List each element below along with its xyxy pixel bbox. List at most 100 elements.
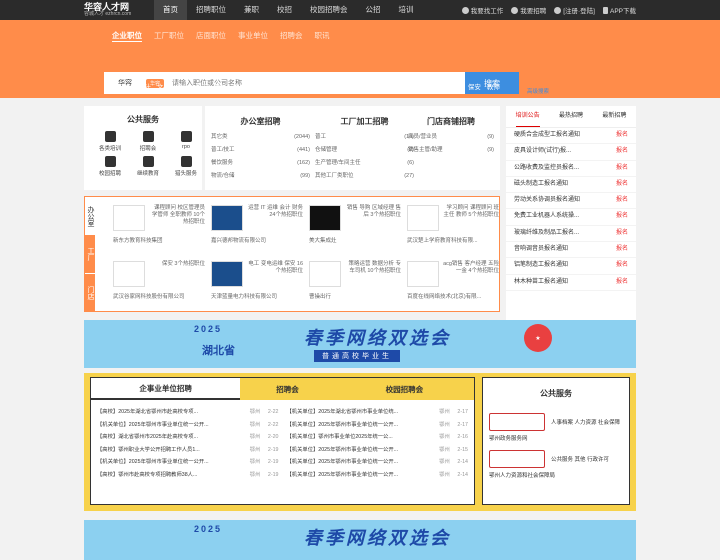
app-download-link[interactable]: APP下载: [602, 5, 636, 15]
side-tab-store[interactable]: 门店: [85, 273, 95, 311]
company-card[interactable]: 保安 3个热招职位 武汉谷家网科技股份有限公司: [113, 259, 209, 303]
hot-job-link[interactable]: 暑假工: [271, 81, 291, 91]
hot-job-link[interactable]: 文员: [157, 81, 170, 91]
nav-public[interactable]: 公招: [357, 0, 390, 20]
hot-job-link[interactable]: 教师: [487, 81, 500, 91]
service-training[interactable]: 各类培训: [92, 131, 128, 152]
nav-jobs[interactable]: 招聘职位: [187, 0, 235, 20]
list-item[interactable]: 餐饮服务 (162): [211, 157, 310, 170]
company-card[interactable]: 销售 导购 区域经理 售后 3个热招职位 美大集成灶: [309, 203, 405, 247]
list-item[interactable]: 【高校】鄂州市赴高校专项招聘教师38人... 鄂州 2-19: [97, 469, 279, 482]
list-item[interactable]: 玻璃纤维及制品工报名... 报名: [506, 226, 636, 243]
recruit-link[interactable]: 我要招聘: [511, 5, 546, 15]
hot-job-link[interactable]: 收银员: [296, 81, 316, 91]
list-item[interactable]: 林木种苗工报名通知 报名: [506, 275, 636, 291]
hot-job-link[interactable]: 设计: [176, 81, 189, 91]
list-item[interactable]: 其他工厂类职位 (27): [315, 170, 414, 183]
tab-training-notice[interactable]: 培训公告: [515, 106, 540, 127]
list-item[interactable]: 磁头制造工报名通知 报名: [506, 177, 636, 194]
list-item[interactable]: 【机关单位】2025年鄂州市事业单位统一公开... 鄂州 2-15: [287, 444, 469, 457]
nav-parttime[interactable]: 兼职: [235, 0, 268, 20]
signup-link[interactable]: 报名: [616, 161, 628, 176]
service-link-1[interactable]: 人事档案 人力资源 社会保障: [489, 413, 623, 431]
service-fair[interactable]: 招聘会: [130, 131, 166, 152]
login-link[interactable]: [注册·登陆]: [554, 5, 595, 15]
tab-job-fair[interactable]: 招聘会: [280, 30, 303, 42]
list-item[interactable]: 【高校】湖北省鄂州市2025年赴高校专项... 鄂州 2-20: [97, 431, 279, 444]
list-item[interactable]: 【机关单位】2025年鄂州市事业单位统一公开... 鄂州 2-17: [287, 419, 469, 432]
tab-factory-jobs[interactable]: 工厂职位: [154, 30, 184, 42]
list-item[interactable]: 物流/仓储 (99): [211, 170, 310, 183]
hot-job-link[interactable]: 保安: [468, 81, 481, 91]
banner-spring-fair-2[interactable]: 2025 春季网络双选会: [84, 520, 636, 560]
tab-news[interactable]: 职讯: [315, 30, 330, 42]
service-site-1[interactable]: 鄂州政务服务网: [489, 434, 623, 442]
hot-job-link[interactable]: 纺织: [341, 81, 354, 91]
list-item[interactable]: 生产管理/车间主任 (6): [315, 157, 414, 170]
hot-job-link[interactable]: 求职: [449, 81, 462, 91]
service-site-2[interactable]: 鄂州人力资源和社会保障局: [489, 471, 623, 479]
tab-store-jobs[interactable]: 店面职位: [196, 30, 226, 42]
company-card[interactable]: 课程顾问 校区管理员 学管师 全职教师 10个热招职位 新东方教育科技集团: [113, 203, 209, 247]
service-rpo[interactable]: rpo: [168, 131, 204, 152]
signup-link[interactable]: 报名: [616, 209, 628, 224]
side-tab-factory[interactable]: 工厂: [85, 235, 95, 273]
hot-job-link[interactable]: 司机: [411, 81, 424, 91]
list-item[interactable]: 【机关单位】2025年鄂州市事业单位统一公开... 鄂州 2-14: [287, 469, 469, 482]
tab-new-jobs[interactable]: 最新招聘: [602, 106, 626, 127]
find-job-link[interactable]: 我要找工作: [461, 5, 503, 15]
list-item[interactable]: 硬质合金成型工报名通知 报名: [506, 128, 636, 145]
hot-job-link[interactable]: 物业: [233, 81, 246, 91]
list-item[interactable]: 【高校】鄂州职业大学公开招聘工作人员1... 鄂州 2-19: [97, 444, 279, 457]
company-card[interactable]: 学习顾问 课程顾问 班主任 教师 5个热招职位 武汉楚上学府教育科技有限...: [407, 203, 503, 247]
service-campus[interactable]: 校园招聘: [92, 156, 128, 177]
tab-job-fair2[interactable]: 招聘会: [240, 378, 335, 400]
tab-institution[interactable]: 事业单位: [238, 30, 268, 42]
hot-job-link[interactable]: 阿里巴巴: [360, 81, 386, 91]
logo[interactable]: 华容人才网 容城人才 ezhrcn.com: [84, 3, 146, 17]
tab-institution-jobs[interactable]: 企事业单位招聘: [91, 378, 241, 400]
nav-home[interactable]: 首页: [154, 0, 187, 20]
tab-hot-jobs[interactable]: 最热招聘: [559, 106, 583, 127]
signup-link[interactable]: 报名: [616, 144, 628, 159]
banner-spring-fair[interactable]: 2025 湖北省 春季网络双选会 普通高校毕业生 ★: [84, 320, 636, 368]
list-item[interactable]: 公路收费及监控员报名... 报名: [506, 161, 636, 177]
advanced-search-link[interactable]: 高级搜索: [527, 87, 549, 95]
store-title[interactable]: 门店商铺招聘: [408, 116, 494, 127]
list-item[interactable]: 音响调音员报名通知 报名: [506, 242, 636, 259]
list-item[interactable]: 皮具设计师(试行)报... 报名: [506, 144, 636, 161]
side-tab-office[interactable]: 办公室: [85, 197, 95, 235]
list-item[interactable]: 免费工业机器人系统操... 报名: [506, 209, 636, 226]
tab-company-jobs[interactable]: 企业职位: [112, 30, 142, 42]
signup-link[interactable]: 报名: [616, 258, 628, 273]
hot-job-link[interactable]: 焊工: [195, 81, 208, 91]
office-title[interactable]: 办公室招聘: [211, 116, 310, 127]
company-card[interactable]: 运营 IT 运维 会计 财务 24个热招职位 嘉兴德邦物流有限公司: [211, 203, 307, 247]
list-item[interactable]: 其它类 (2044): [211, 131, 310, 144]
list-item[interactable]: 【高校】2025年湖北省鄂州市赴高校专项... 鄂州 2-22: [97, 406, 279, 419]
signup-link[interactable]: 报名: [616, 193, 628, 208]
list-item[interactable]: 【机关单位】2025年鄂州市事业单位统一公开... 鄂州 2-22: [97, 419, 279, 432]
company-card[interactable]: acg销售 客户经理 五险一金 4个热招职位 百度在线网络技术(北京)有限...: [407, 259, 503, 303]
list-item[interactable]: 普工 (18): [315, 131, 414, 144]
list-item[interactable]: 【机关单位】2025年鄂州市事业单位统一公开... 鄂州 2-14: [287, 456, 469, 469]
list-item[interactable]: 【机关单位】2025年湖北省鄂州市事业单位统... 鄂州 2-17: [287, 406, 469, 419]
list-item[interactable]: 销售主管/助理 (9): [408, 144, 494, 157]
service-headhunt[interactable]: 猎头服务: [168, 156, 204, 177]
service-education[interactable]: 继续教育: [130, 156, 166, 177]
company-card[interactable]: 策略运营 数据分析 专车司机 10个热招职位 曹操出行: [309, 259, 405, 303]
hot-job-link[interactable]: 老师: [252, 81, 265, 91]
hot-job-link[interactable]: 会计: [138, 81, 151, 91]
signup-link[interactable]: 报名: [616, 275, 628, 290]
company-card[interactable]: 电工 变电运维 保安 16个热招职位 天津蓝量电力科技有限公司: [211, 259, 307, 303]
list-item[interactable]: 劳动关系协调员报名通知 报名: [506, 193, 636, 210]
list-item[interactable]: 铝笔制造工报名通知 报名: [506, 258, 636, 275]
nav-campus-fair[interactable]: 校园招聘会: [301, 0, 357, 20]
factory-title[interactable]: 工厂加工招聘: [315, 116, 414, 127]
hot-job-link[interactable]: 护士: [430, 81, 443, 91]
nav-campus[interactable]: 校招: [268, 0, 301, 20]
list-item[interactable]: 店员/营业员 (9): [408, 131, 494, 144]
list-item[interactable]: 【机关单位】鄂州市事业单位2025年统一公... 鄂州 2-16: [287, 431, 469, 444]
hot-job-link[interactable]: 美工: [214, 81, 227, 91]
list-item[interactable]: 仓储管理 (9): [315, 144, 414, 157]
